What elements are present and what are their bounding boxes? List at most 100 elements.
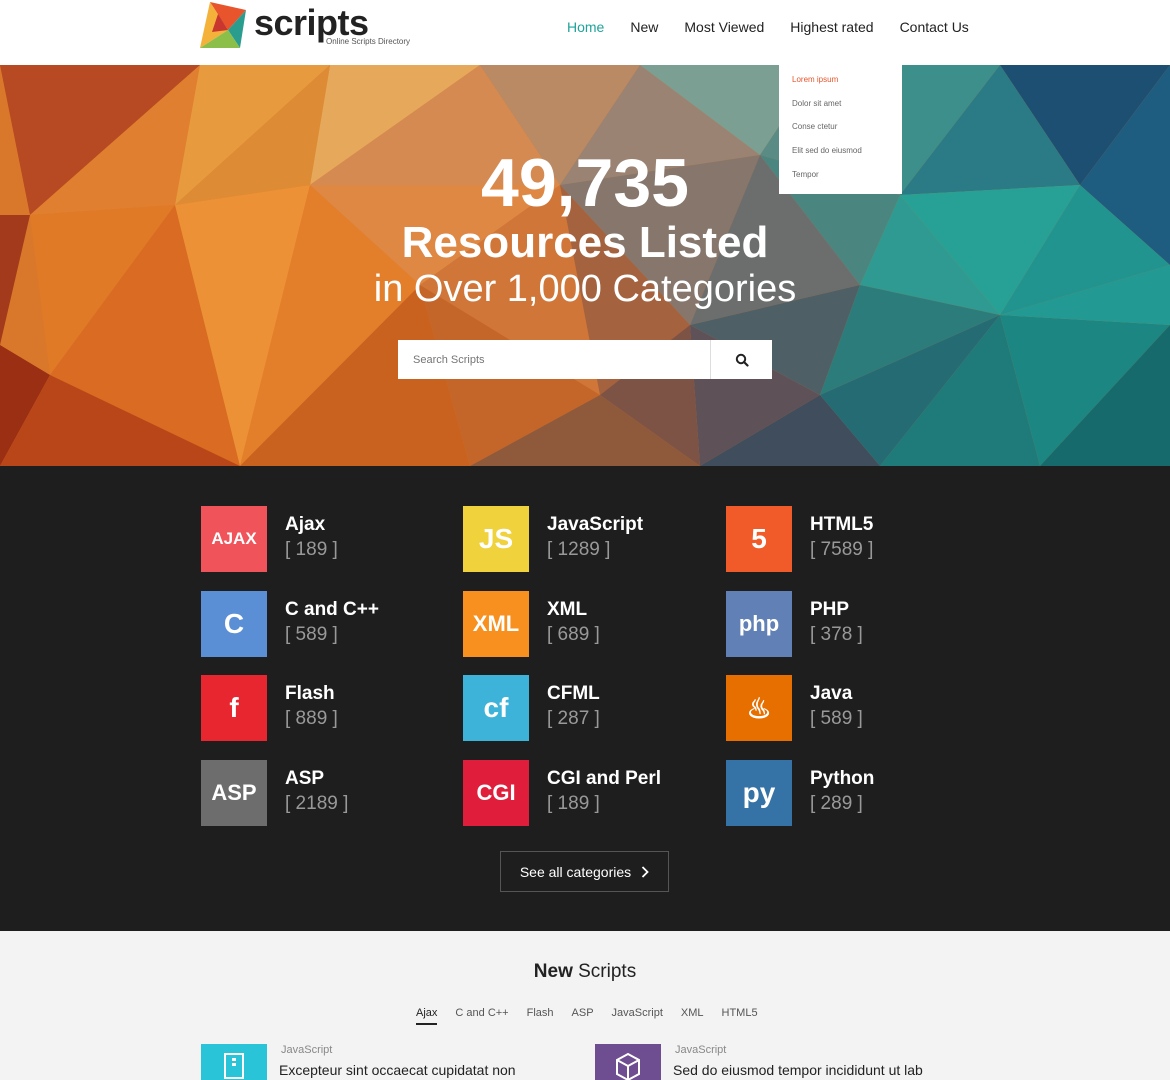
category-glyph: f: [229, 692, 239, 723]
ajax-icon: AJAX: [201, 506, 267, 572]
hero-heading: Resources Listed: [401, 218, 769, 267]
hero-banner: 49,735 Resources Listed in Over 1,000 Ca…: [0, 65, 1170, 466]
category-count: [ 1289 ]: [547, 539, 611, 560]
tab-xml[interactable]: XML: [681, 1006, 704, 1025]
category-count: [ 7589 ]: [810, 539, 874, 560]
nav-most-viewed[interactable]: Most Viewed: [684, 18, 764, 36]
tab-javascript[interactable]: JavaScript: [612, 1006, 663, 1025]
item-title[interactable]: Sed do eiusmod tempor incididunt ut lab: [673, 1062, 923, 1078]
cgi-icon: CGI: [463, 760, 529, 826]
category-name: C and C++: [285, 599, 379, 620]
category-name: Ajax: [285, 514, 326, 535]
category-card[interactable]: 5 HTML5 [ 7589 ]: [726, 506, 966, 572]
category-count: [ 589 ]: [285, 624, 338, 645]
category-name: ASP: [285, 768, 325, 789]
site-header: scripts Online Scripts Directory Home Ne…: [0, 0, 1170, 65]
script-item[interactable]: JavaScript Excepteur sint occaecat cupid…: [201, 1044, 601, 1080]
category-name: CFML: [547, 683, 600, 704]
see-all-label: See all categories: [519, 863, 632, 880]
category-card[interactable]: cf CFML [ 287 ]: [463, 675, 703, 741]
category-count: [ 889 ]: [285, 708, 338, 729]
category-count: [ 287 ]: [547, 708, 600, 729]
search-input[interactable]: [398, 340, 710, 379]
tab-ajax[interactable]: Ajax: [416, 1006, 438, 1025]
section-title-bold: New: [533, 961, 573, 982]
category-count: [ 289 ]: [810, 793, 863, 814]
dropdown-item[interactable]: Tempor: [792, 169, 902, 193]
dropdown-item[interactable]: Lorem ipsum: [792, 74, 902, 98]
category-glyph: ASP: [211, 780, 257, 805]
new-scripts-section: New Scripts Ajax C and C++ Flash ASP Jav…: [0, 931, 1170, 1080]
dropdown-item[interactable]: Elit sed do eiusmod: [792, 145, 902, 169]
category-glyph: 5: [751, 523, 767, 554]
tab-html5[interactable]: HTML5: [722, 1006, 758, 1025]
html5-icon: 5: [726, 506, 792, 572]
nav-home[interactable]: Home: [567, 18, 604, 36]
category-card[interactable]: CGI CGI and Perl [ 189 ]: [463, 760, 703, 826]
category-count: [ 189 ]: [285, 539, 338, 560]
category-name: Python: [810, 768, 875, 789]
nav-contact-us[interactable]: Contact Us: [900, 18, 969, 36]
category-count: [ 378 ]: [810, 624, 863, 645]
tab-asp[interactable]: ASP: [572, 1006, 594, 1025]
category-card[interactable]: f Flash [ 889 ]: [201, 675, 441, 741]
dropdown-item[interactable]: Dolor sit amet: [792, 98, 902, 122]
hero-subheading: in Over 1,000 Categories: [373, 268, 797, 310]
script-item[interactable]: JavaScript Sed do eiusmod tempor incidid…: [595, 1044, 995, 1080]
xml-icon: XML: [463, 591, 529, 657]
category-glyph: ♨: [746, 692, 772, 724]
javascript-icon: JS: [463, 506, 529, 572]
category-glyph: cf: [483, 692, 509, 723]
script-tabs: Ajax C and C++ Flash ASP JavaScript XML …: [416, 1006, 776, 1025]
main-nav: Home New Most Viewed Highest rated Conta…: [567, 18, 995, 36]
category-card[interactable]: JS JavaScript [ 1289 ]: [463, 506, 703, 572]
tab-flash[interactable]: Flash: [527, 1006, 554, 1025]
category-name: Java: [810, 683, 853, 704]
dropdown-item[interactable]: Conse ctetur: [792, 121, 902, 145]
category-card[interactable]: ASP ASP [ 2189 ]: [201, 760, 441, 826]
nav-new[interactable]: New: [630, 18, 658, 36]
category-glyph: CGI: [476, 780, 516, 805]
category-card[interactable]: ♨ Java [ 589 ]: [726, 675, 966, 741]
category-glyph: php: [738, 611, 780, 636]
category-card[interactable]: C C and C++ [ 589 ]: [201, 591, 441, 657]
see-all-categories-button[interactable]: See all categories: [500, 851, 669, 892]
item-category: JavaScript: [675, 1044, 727, 1056]
section-title: New Scripts: [0, 961, 1170, 983]
java-icon: ♨: [726, 675, 792, 741]
search-button[interactable]: [710, 340, 772, 379]
category-name: HTML5: [810, 514, 874, 535]
item-title[interactable]: Excepteur sint occaecat cupidatat non: [279, 1062, 516, 1078]
category-count: [ 589 ]: [810, 708, 863, 729]
category-glyph: JS: [478, 523, 514, 554]
chevron-right-icon: [642, 865, 649, 878]
category-card[interactable]: php PHP [ 378 ]: [726, 591, 966, 657]
php-icon: php: [726, 591, 792, 657]
search-bar: [398, 340, 772, 379]
nav-highest-rated[interactable]: Highest rated: [790, 18, 873, 36]
category-glyph: py: [742, 777, 776, 808]
cpp-icon: C: [201, 591, 267, 657]
flash-icon: f: [201, 675, 267, 741]
category-card[interactable]: py Python [ 289 ]: [726, 760, 966, 826]
categories-section: AJAX Ajax [ 189 ] JS JavaScript [ 1289 ] 5 HTML…: [0, 466, 1170, 931]
category-glyph: XML: [472, 611, 520, 636]
tab-c-and-cpp[interactable]: C and C++: [455, 1006, 508, 1025]
logo[interactable]: scripts Online Scripts Directory: [200, 2, 430, 52]
category-card[interactable]: AJAX Ajax [ 189 ]: [201, 506, 441, 572]
section-title-rest: Scripts: [572, 961, 637, 982]
category-count: [ 2189 ]: [285, 793, 349, 814]
asp-icon: ASP: [201, 760, 267, 826]
category-card[interactable]: XML XML [ 689 ]: [463, 591, 703, 657]
category-name: PHP: [810, 599, 850, 620]
category-name: JavaScript: [547, 514, 644, 535]
highest-rated-dropdown: Lorem ipsum Dolor sit amet Conse ctetur …: [779, 65, 902, 194]
category-glyph: AJAX: [211, 529, 257, 548]
category-name: CGI and Perl: [547, 768, 662, 789]
logo-mark-icon: [200, 2, 246, 48]
category-name: XML: [547, 599, 588, 620]
item-category: JavaScript: [281, 1044, 333, 1056]
category-count: [ 189 ]: [547, 793, 600, 814]
search-icon: [735, 353, 749, 367]
resource-count: 49,735: [481, 145, 689, 221]
